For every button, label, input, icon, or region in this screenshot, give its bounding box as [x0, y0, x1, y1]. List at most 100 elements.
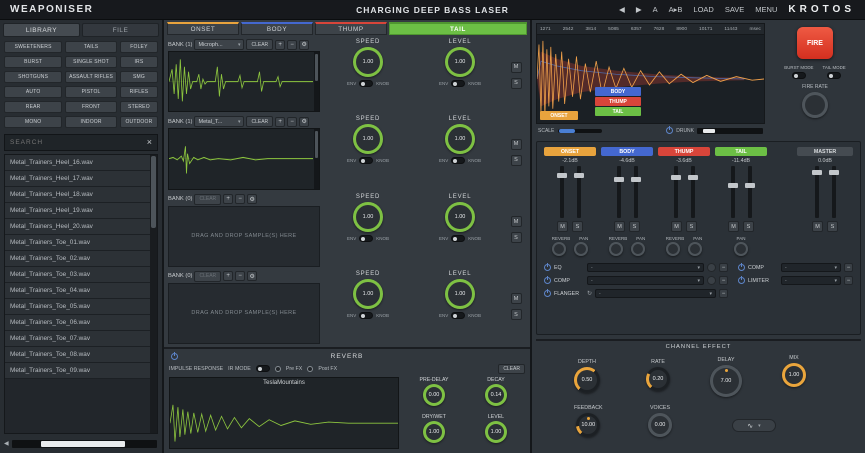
fader-handle[interactable] [728, 183, 738, 188]
level-knob[interactable]: 1.00 [445, 202, 475, 232]
ab-copy-button[interactable]: A▸B [669, 5, 683, 14]
power-icon[interactable] [544, 277, 551, 284]
env-knob-toggle[interactable] [359, 80, 373, 87]
gear-icon[interactable]: ⚙ [299, 117, 309, 127]
mute-button[interactable]: M [511, 139, 522, 150]
slider-thumb[interactable] [703, 129, 715, 133]
layer-tail-button[interactable]: TAIL [595, 107, 641, 116]
file-list-scrollbar[interactable] [150, 155, 157, 433]
channel-header[interactable]: ONSET [544, 147, 596, 156]
tab-onset[interactable]: ONSET [167, 22, 239, 35]
file-list-item[interactable]: Metal_Trainers_Heel_20.wav [5, 219, 150, 235]
speed-knob[interactable]: 1.00 [353, 47, 383, 77]
add-sample-icon[interactable]: + [275, 117, 285, 127]
file-list-item[interactable]: Metal_Trainers_Heel_16.wav [5, 155, 150, 171]
category-button[interactable]: STEREO [120, 101, 158, 113]
category-button[interactable]: SINGLE SHOT [65, 56, 117, 68]
power-icon[interactable] [666, 127, 673, 134]
file-list-item[interactable]: Metal_Trainers_Toe_05.wav [5, 299, 150, 315]
bank-sample-dropdown[interactable]: Microph... ▾ [194, 39, 244, 50]
scrollbar-thumb[interactable] [315, 54, 318, 81]
env-knob-toggle[interactable] [451, 80, 465, 87]
reverb-level-knob[interactable]: 1.00 [485, 421, 507, 443]
drag-drop-zone[interactable]: DRAG AND DROP SAMPLE(S) HERE [168, 206, 320, 267]
mute-button[interactable]: M [671, 221, 682, 232]
channel-header[interactable]: THUMP [658, 147, 710, 156]
file-list-item[interactable]: Metal_Trainers_Toe_04.wav [5, 283, 150, 299]
file-list-item[interactable]: Metal_Trainers_Toe_06.wav [5, 315, 150, 331]
fader-handle[interactable] [829, 170, 839, 175]
tab-file[interactable]: FILE [82, 23, 159, 37]
fx-dropdown[interactable]: - ▾ [587, 263, 704, 272]
file-list-item[interactable]: Metal_Trainers_Heel_17.wav [5, 171, 150, 187]
scrollbar-thumb[interactable] [315, 131, 318, 158]
pre-fx-radio[interactable] [275, 366, 281, 372]
scrollbar-thumb[interactable] [151, 156, 156, 228]
pan-knob[interactable] [734, 242, 748, 256]
env-knob-toggle[interactable] [359, 312, 373, 319]
voices-knob[interactable]: 0.00 [648, 413, 672, 437]
speed-knob[interactable]: 1.00 [353, 124, 383, 154]
power-icon[interactable] [738, 277, 745, 284]
fx-dropdown[interactable]: - ▾ [781, 276, 841, 285]
fader[interactable] [748, 166, 752, 218]
file-list-item[interactable]: Metal_Trainers_Toe_01.wav [5, 235, 150, 251]
fx-dropdown[interactable]: - ▾ [587, 276, 704, 285]
file-list-item[interactable]: Metal_Trainers_Toe_03.wav [5, 267, 150, 283]
tab-library[interactable]: LIBRARY [3, 23, 80, 37]
solo-button[interactable]: S [511, 78, 522, 89]
channel-header[interactable]: BODY [601, 147, 653, 156]
pan-knob[interactable] [574, 242, 588, 256]
fx-dropdown[interactable]: - ▾ [595, 289, 716, 298]
pan-knob[interactable] [631, 242, 645, 256]
mute-button[interactable]: M [511, 293, 522, 304]
fader[interactable] [731, 166, 735, 218]
fader[interactable] [617, 166, 621, 218]
reverb-clear-button[interactable]: CLEAR [498, 364, 525, 374]
solo-button[interactable]: S [511, 232, 522, 243]
scale-slider[interactable] [558, 129, 602, 133]
scroll-left-icon[interactable]: ◀ [4, 440, 9, 447]
fader[interactable] [634, 166, 638, 218]
fader-handle[interactable] [745, 183, 755, 188]
tab-tail[interactable]: TAIL [389, 22, 527, 35]
bank-clear-button[interactable]: CLEAR [246, 116, 273, 127]
env-knob-toggle[interactable] [451, 312, 465, 319]
fader-handle[interactable] [812, 170, 822, 175]
category-button[interactable]: SMG [120, 71, 158, 83]
solo-button[interactable]: S [572, 221, 583, 232]
reverb-send-knob[interactable] [666, 242, 680, 256]
menu-button[interactable]: MENU [755, 5, 777, 14]
power-icon[interactable] [738, 264, 745, 271]
bank-waveform-display[interactable] [168, 128, 320, 189]
mute-button[interactable]: M [614, 221, 625, 232]
remove-fx-icon[interactable]: − [719, 263, 728, 272]
power-icon[interactable] [171, 353, 178, 360]
fader-handle[interactable] [614, 177, 624, 182]
tab-body[interactable]: BODY [241, 22, 313, 35]
remove-sample-icon[interactable]: − [287, 40, 297, 50]
fire-rate-knob[interactable] [802, 92, 828, 118]
env-knob-toggle[interactable] [359, 235, 373, 242]
cycle-icon[interactable]: ↻ [587, 290, 592, 297]
category-button[interactable]: OUTDOOR [120, 116, 158, 128]
solo-button[interactable]: S [686, 221, 697, 232]
solo-button[interactable]: S [743, 221, 754, 232]
category-button[interactable]: RIFLES [120, 86, 158, 98]
speed-knob[interactable]: 1.00 [353, 279, 383, 309]
fader-handle[interactable] [671, 175, 681, 180]
channel-header[interactable]: TAIL [715, 147, 767, 156]
waveform-scrollbar[interactable] [314, 52, 319, 111]
category-button[interactable]: REAR [4, 101, 62, 113]
bank-sample-dropdown[interactable]: Metal_T... ▾ [194, 116, 244, 127]
env-knob-toggle[interactable] [451, 157, 465, 164]
bank-clear-button[interactable]: CLEAR [194, 194, 221, 205]
burst-mode-toggle[interactable] [792, 72, 806, 79]
pre-delay-knob[interactable]: 0.00 [423, 384, 445, 406]
fader[interactable] [577, 166, 581, 218]
bank-waveform-display[interactable] [168, 51, 320, 112]
env-knob-toggle[interactable] [359, 157, 373, 164]
feedback-knob[interactable]: 10.00 [576, 413, 600, 437]
horizontal-scrollbar[interactable] [12, 440, 157, 448]
fader-handle[interactable] [574, 173, 584, 178]
